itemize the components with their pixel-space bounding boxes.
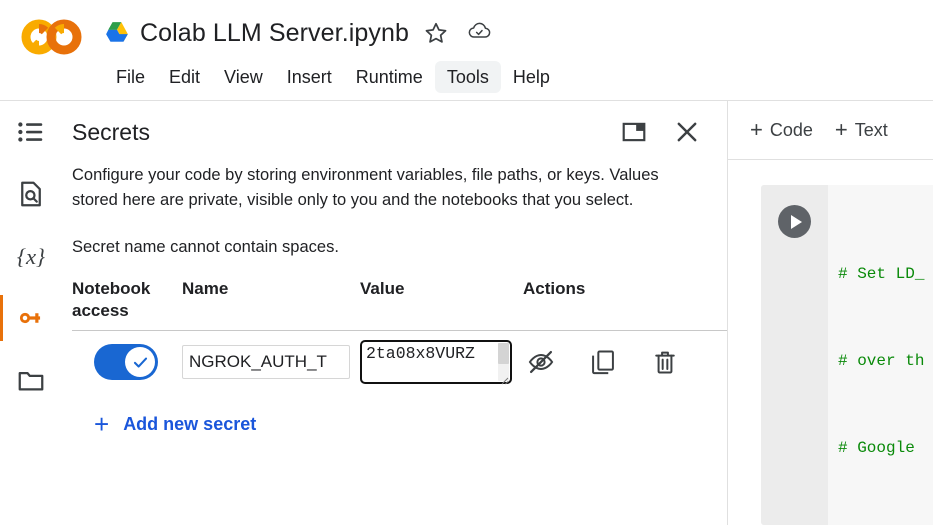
secrets-panel-header: Secrets bbox=[62, 101, 727, 163]
panel-title: Secrets bbox=[72, 118, 150, 145]
menu-insert[interactable]: Insert bbox=[275, 61, 344, 93]
table-of-contents-icon[interactable] bbox=[0, 101, 62, 163]
add-text-cell-button[interactable]: + Text bbox=[834, 117, 888, 142]
notebook-access-cell bbox=[72, 344, 182, 380]
code-cell: # Set LD_ # over th # Google import os o… bbox=[761, 185, 933, 525]
secrets-description: Configure your code by storing environme… bbox=[72, 166, 659, 209]
code-line: import os bbox=[838, 521, 933, 525]
panel-header-actions bbox=[621, 118, 711, 146]
files-folder-icon[interactable] bbox=[0, 349, 62, 411]
menu-edit[interactable]: Edit bbox=[157, 61, 212, 93]
find-and-replace-icon[interactable] bbox=[0, 163, 62, 225]
menu-help[interactable]: Help bbox=[501, 61, 562, 93]
svg-text:{x}: {x} bbox=[17, 244, 45, 269]
textarea-resize-grip[interactable] bbox=[499, 372, 509, 385]
toggle-knob bbox=[125, 347, 155, 377]
secrets-panel-body: Configure your code by storing environme… bbox=[62, 163, 727, 437]
copy-icon[interactable] bbox=[589, 348, 617, 376]
column-header-name: Name bbox=[182, 279, 229, 298]
code-line: # over th bbox=[838, 352, 925, 370]
page-title[interactable]: Colab LLM Server.ipynb bbox=[140, 19, 409, 48]
secrets-table: Notebook access Name Value Actions NGROK… bbox=[72, 278, 727, 393]
add-new-secret-button[interactable]: + Add new secret bbox=[94, 411, 717, 437]
table-row: 2ta08x8VURZ bbox=[72, 331, 727, 393]
left-icon-rail: {x} bbox=[0, 101, 62, 525]
column-header-notebook-access: Notebook access bbox=[72, 279, 151, 320]
secrets-note: Secret name cannot contain spaces. bbox=[72, 238, 339, 256]
code-line: # Set LD_ bbox=[838, 265, 925, 283]
menu-view[interactable]: View bbox=[212, 61, 275, 93]
star-icon[interactable] bbox=[423, 20, 449, 46]
colab-logo[interactable] bbox=[18, 17, 86, 57]
google-drive-icon bbox=[104, 21, 130, 45]
plus-icon: + bbox=[750, 117, 763, 142]
notebook-access-toggle[interactable] bbox=[94, 344, 158, 380]
menu-tools[interactable]: Tools bbox=[434, 61, 501, 93]
menu-runtime[interactable]: Runtime bbox=[344, 61, 435, 93]
add-code-cell-button[interactable]: + Code bbox=[750, 117, 813, 142]
cloud-saved-icon[interactable] bbox=[467, 20, 493, 46]
secret-value-cell: 2ta08x8VURZ bbox=[360, 340, 523, 385]
plus-icon: + bbox=[94, 409, 110, 439]
notebook-pane: + Code + Text # Set LD_ # over th # Goog… bbox=[728, 101, 933, 525]
menu-file[interactable]: File bbox=[104, 61, 157, 93]
run-cell-icon[interactable] bbox=[778, 205, 811, 238]
secret-value-textarea[interactable]: 2ta08x8VURZ bbox=[360, 340, 512, 384]
column-header-value: Value bbox=[360, 279, 405, 298]
scrollbar-thumb[interactable] bbox=[498, 343, 509, 364]
code-cell-gutter bbox=[761, 185, 828, 525]
menu-bar: File Edit View Insert Runtime Tools Help bbox=[104, 61, 562, 93]
colab-window: Colab LLM Server.ipynb File Edit View In… bbox=[0, 0, 933, 525]
play-triangle bbox=[791, 214, 802, 229]
secrets-panel: Secrets Configure your code by storing e… bbox=[62, 101, 727, 525]
secret-name-input[interactable] bbox=[182, 345, 350, 379]
secret-value-wrapper: 2ta08x8VURZ bbox=[360, 340, 512, 385]
code-cell-content[interactable]: # Set LD_ # over th # Google import os o… bbox=[828, 185, 933, 525]
delete-icon[interactable] bbox=[651, 348, 679, 376]
add-new-secret-label: Add new secret bbox=[123, 413, 257, 434]
column-header-actions: Actions bbox=[523, 279, 586, 298]
visibility-off-icon[interactable] bbox=[527, 348, 555, 376]
variables-icon[interactable]: {x} bbox=[0, 225, 62, 287]
add-text-label: Text bbox=[854, 119, 888, 140]
top-bar: Colab LLM Server.ipynb File Edit View In… bbox=[0, 0, 933, 101]
add-code-label: Code bbox=[769, 119, 813, 140]
secret-name-cell bbox=[182, 345, 360, 379]
table-header-row: Notebook access Name Value Actions bbox=[72, 278, 727, 331]
plus-icon: + bbox=[834, 117, 848, 142]
code-line: # Google bbox=[838, 439, 915, 457]
document-title-row: Colab LLM Server.ipynb bbox=[104, 12, 493, 54]
notebook-toolbar: + Code + Text bbox=[728, 101, 933, 160]
secrets-key-icon[interactable] bbox=[0, 287, 62, 349]
open-in-new-pane-icon[interactable] bbox=[621, 119, 647, 145]
close-icon[interactable] bbox=[673, 118, 701, 146]
secret-actions-cell bbox=[523, 348, 713, 376]
